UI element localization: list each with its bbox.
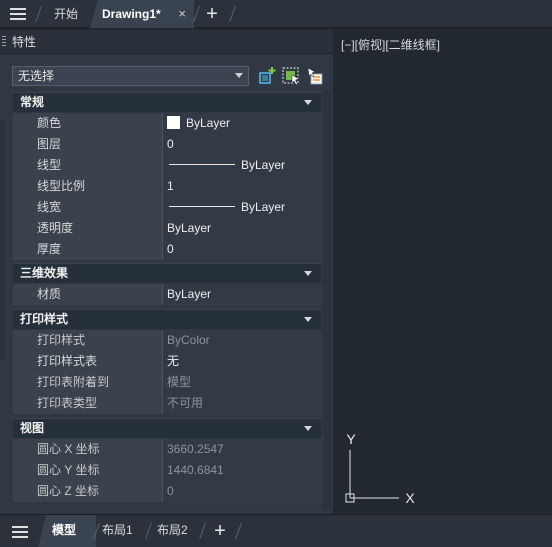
section-title: 打印样式	[20, 312, 69, 326]
property-label: 打印表附着到	[13, 372, 163, 393]
drawing-viewport[interactable]: [−][俯视][二维线框] Y X	[337, 30, 552, 514]
selection-dropdown[interactable]: 无选择	[12, 66, 249, 86]
property-row-center-z[interactable]: 圆心 Z 坐标 0	[13, 481, 321, 502]
property-value[interactable]: ByLayer	[163, 155, 321, 176]
toggle-pickadd-icon[interactable]	[257, 66, 277, 86]
tab-layout1[interactable]: 布局1	[102, 515, 133, 547]
section-plot-style[interactable]: 打印样式	[13, 309, 321, 329]
lineweight-preview	[169, 206, 235, 207]
properties-panel: 特性 无选择 常规 颜色 ByLayer 图层 0 线型 ByLayer 线型比…	[0, 30, 333, 514]
property-row-plot-style[interactable]: 打印样式 ByColor	[13, 330, 321, 351]
tab-divider	[199, 523, 206, 539]
ucs-y-label: Y	[346, 431, 356, 447]
property-value-text: ByLayer	[241, 158, 286, 172]
property-label: 线型	[13, 155, 163, 176]
selection-value: 无选择	[18, 69, 55, 83]
section-title: 常规	[20, 95, 45, 109]
layout-tab-bar: 模型 布局1 布局2 +	[0, 514, 552, 547]
section-3d-effects[interactable]: 三维效果	[13, 263, 321, 283]
property-value[interactable]: ByLayer	[163, 218, 321, 239]
property-row-linetype[interactable]: 线型 ByLayer	[13, 155, 321, 176]
panel-title: 特性	[12, 35, 37, 49]
chevron-down-icon	[304, 317, 312, 322]
property-label: 图层	[13, 134, 163, 155]
tab-drawing1-label: Drawing1*	[102, 7, 161, 21]
property-label: 透明度	[13, 218, 163, 239]
select-objects-icon[interactable]	[281, 66, 301, 86]
new-tab-button[interactable]: +	[202, 2, 222, 26]
chevron-down-icon	[304, 271, 312, 276]
property-value[interactable]: 0	[163, 134, 321, 155]
property-value: 不可用	[163, 393, 321, 414]
property-value-text: ByLayer	[241, 200, 286, 214]
property-label: 打印表类型	[13, 393, 163, 414]
viewport-controls-label[interactable]: [−][俯视][二维线框]	[341, 36, 440, 53]
ucs-x-label: X	[405, 490, 415, 505]
tab-start[interactable]: 开始	[44, 0, 94, 28]
panel-scrollbar[interactable]	[323, 90, 331, 510]
section-view[interactable]: 视图	[13, 418, 321, 438]
property-value[interactable]: ByLayer	[163, 197, 321, 218]
property-label: 材质	[13, 284, 163, 305]
chevron-down-icon	[235, 73, 243, 78]
property-row-center-y[interactable]: 圆心 Y 坐标 1440.6841	[13, 460, 321, 481]
property-row-layer[interactable]: 图层 0	[13, 134, 321, 155]
property-row-material[interactable]: 材质 ByLayer	[13, 284, 321, 305]
property-value: 模型	[163, 372, 321, 393]
section-title: 视图	[20, 421, 45, 435]
panel-grip-icon[interactable]	[2, 36, 6, 48]
property-row-plot-table-type[interactable]: 打印表类型 不可用	[13, 393, 321, 414]
hamburger-menu-icon[interactable]	[10, 523, 30, 541]
tab-divider	[193, 6, 200, 22]
close-tab-icon[interactable]: ×	[178, 0, 186, 28]
property-label: 厚度	[13, 239, 163, 260]
tab-divider	[229, 6, 236, 22]
hamburger-menu-icon[interactable]	[8, 5, 28, 23]
file-tab-bar: 开始 Drawing1* × +	[0, 0, 552, 28]
property-value[interactable]: 1	[163, 176, 321, 197]
property-row-color[interactable]: 颜色 ByLayer	[13, 113, 321, 134]
property-label: 打印样式	[13, 330, 163, 351]
chevron-down-icon	[304, 100, 312, 105]
property-row-plot-style-table[interactable]: 打印样式表 无	[13, 351, 321, 372]
property-label: 线宽	[13, 197, 163, 218]
quick-select-icon[interactable]	[305, 66, 325, 86]
chevron-down-icon	[304, 426, 312, 431]
property-value[interactable]: ByLayer	[163, 284, 321, 305]
property-value: 1440.6841	[163, 460, 321, 481]
property-label: 圆心 X 坐标	[13, 439, 163, 460]
panel-title-bar[interactable]: 特性	[0, 30, 333, 54]
tab-model[interactable]: 模型	[38, 515, 96, 547]
property-label: 颜色	[13, 113, 163, 134]
new-layout-button[interactable]: +	[210, 519, 230, 543]
property-row-center-x[interactable]: 圆心 X 坐标 3660.2547	[13, 439, 321, 460]
property-value[interactable]: 无	[163, 351, 321, 372]
property-label: 打印样式表	[13, 351, 163, 372]
property-row-lineweight[interactable]: 线宽 ByLayer	[13, 197, 321, 218]
tab-divider	[145, 523, 152, 539]
tab-divider	[35, 6, 42, 22]
section-general[interactable]: 常规	[13, 92, 321, 112]
property-value: 3660.2547	[163, 439, 321, 460]
linetype-preview	[169, 164, 235, 165]
ucs-icon: Y X	[345, 431, 415, 505]
tab-layout2[interactable]: 布局2	[157, 515, 188, 547]
property-row-thickness[interactable]: 厚度 0	[13, 239, 321, 260]
property-value-text: ByLayer	[186, 116, 231, 130]
property-label: 圆心 Y 坐标	[13, 460, 163, 481]
property-row-plot-table-attached[interactable]: 打印表附着到 模型	[13, 372, 321, 393]
tab-drawing1[interactable]: Drawing1* ×	[90, 0, 194, 28]
property-value: ByColor	[163, 330, 321, 351]
color-swatch	[167, 116, 180, 129]
property-value: 0	[163, 481, 321, 502]
panel-side-strip	[0, 120, 5, 360]
tab-divider	[235, 523, 242, 539]
property-value[interactable]: ByLayer	[163, 113, 321, 134]
section-title: 三维效果	[20, 266, 69, 280]
property-label: 圆心 Z 坐标	[13, 481, 163, 502]
property-label: 线型比例	[13, 176, 163, 197]
property-row-linetype-scale[interactable]: 线型比例 1	[13, 176, 321, 197]
property-row-transparency[interactable]: 透明度 ByLayer	[13, 218, 321, 239]
property-value[interactable]: 0	[163, 239, 321, 260]
